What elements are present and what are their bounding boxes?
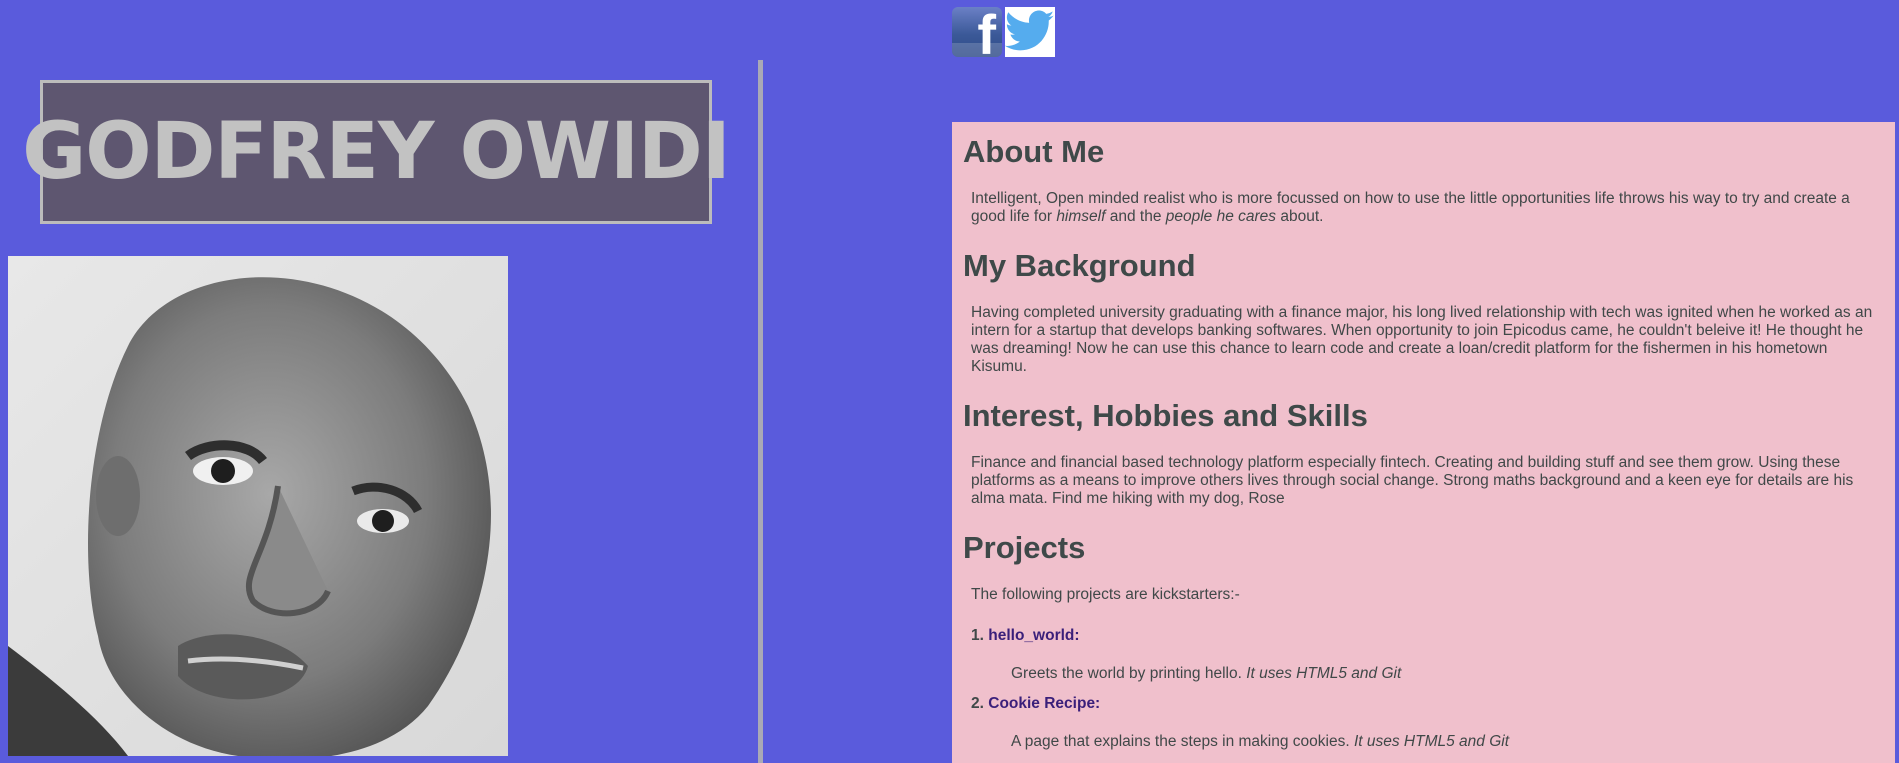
about-heading: About Me <box>963 134 1105 169</box>
about-emphasis-people: people he cares <box>1165 208 1277 225</box>
twitter-icon[interactable] <box>1005 7 1055 57</box>
project-item: 2. Cookie Recipe: A page that explains t… <box>971 694 1884 752</box>
project-tech: It uses HTML5 and Git <box>1353 733 1509 750</box>
portfolio-page: f GODFREY OWIDI About Me Intelligent, Op… <box>0 0 1899 763</box>
facebook-shine <box>952 43 1002 57</box>
about-text-part-c: about. <box>1276 208 1324 225</box>
column-divider <box>758 60 763 763</box>
project-link[interactable]: Cookie Recipe: <box>988 695 1100 712</box>
project-desc-text: Greets the world by printing hello. <box>1011 665 1247 682</box>
interests-text: Finance and financial based technology p… <box>971 454 1854 507</box>
project-description: Greets the world by printing hello. It u… <box>971 664 1884 684</box>
about-text-part-b: and the <box>1105 208 1166 225</box>
project-title-hello-world[interactable]: 1. hello_world: <box>971 626 1884 646</box>
project-item: 1. hello_world: Greets the world by prin… <box>971 626 1884 684</box>
projects-list: 1. hello_world: Greets the world by prin… <box>963 626 1884 752</box>
interests-heading: Interest, Hobbies and Skills <box>963 398 1368 433</box>
about-emphasis-himself: himself <box>1056 208 1106 225</box>
profile-photo <box>8 256 508 756</box>
project-number: 2. <box>971 695 984 712</box>
twitter-bird-icon <box>1005 10 1055 51</box>
background-heading: My Background <box>963 248 1196 283</box>
projects-heading: Projects <box>963 530 1086 565</box>
about-text: Intelligent, Open minded realist who is … <box>963 190 1884 226</box>
project-tech: It uses HTML5 and Git <box>1246 665 1402 682</box>
background-text: Having completed university graduating w… <box>971 304 1873 375</box>
social-links: f <box>952 7 1055 57</box>
content-panel: About Me Intelligent, Open minded realis… <box>952 122 1895 763</box>
project-link[interactable]: hello_world: <box>988 627 1079 644</box>
project-description: A page that explains the steps in making… <box>971 732 1884 752</box>
projects-intro: The following projects are kickstarters:… <box>971 586 1240 603</box>
project-desc-text: A page that explains the steps in making… <box>1011 733 1354 750</box>
project-number: 1. <box>971 627 984 644</box>
project-title-cookie-recipe[interactable]: 2. Cookie Recipe: <box>971 694 1884 714</box>
page-title: GODFREY OWIDI <box>22 107 730 197</box>
name-banner: GODFREY OWIDI <box>22 80 731 224</box>
portrait-illustration <box>8 256 508 756</box>
facebook-icon[interactable]: f <box>952 7 1002 57</box>
